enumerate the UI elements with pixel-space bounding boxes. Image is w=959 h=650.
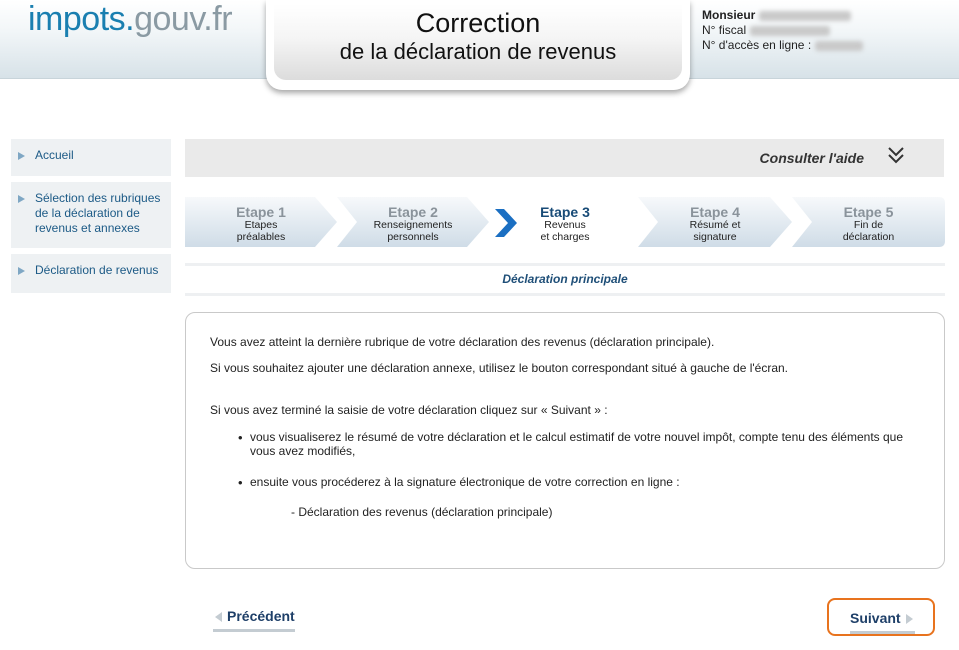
arrow-left-icon — [215, 612, 222, 622]
page-title: Correction — [415, 8, 541, 38]
previous-button[interactable]: Précédent — [213, 608, 295, 632]
step-1: Etape 1 Etapes préalables — [185, 197, 337, 247]
bullet-icon: • — [238, 475, 243, 490]
arrow-right-icon — [905, 614, 913, 624]
arrow-right-icon — [18, 195, 25, 203]
step-label: Fin de — [853, 219, 884, 231]
logo-text-impots: impots. — [28, 0, 135, 38]
help-bar: Consulter l'aide — [185, 139, 944, 177]
arrow-right-icon — [18, 152, 25, 160]
sub-list-item: - Déclaration des revenus (déclaration p… — [291, 505, 553, 519]
sidebar-item-selection-rubriques[interactable]: Sélection des rubriques de la déclaratio… — [11, 182, 171, 248]
list-item-text: ensuite vous procéderez à la signature é… — [250, 475, 680, 489]
step-number: Etape 3 — [540, 204, 590, 220]
step-3: Etape 3 Revenus et charges — [489, 197, 641, 247]
step-label: Revenus — [544, 219, 586, 231]
next-button[interactable]: Suivant — [850, 610, 915, 634]
info-text: Si vous avez terminé la saisie de votre … — [210, 403, 608, 417]
step-label: déclaration — [842, 231, 895, 243]
sidebar-item-label: Accueil — [35, 148, 74, 162]
step-label: personnels — [387, 231, 439, 243]
step-5: Etape 5 Fin de déclaration — [792, 197, 945, 247]
step-label: Etapes — [244, 219, 278, 231]
step-label: Résumé et — [689, 219, 741, 231]
page-title-card: Correction de la déclaration de revenus — [266, 0, 690, 90]
logo-text-gouv: gouv.fr — [134, 0, 233, 38]
next-button-highlight: Suivant — [827, 598, 935, 636]
previous-button-label: Précédent — [227, 608, 295, 624]
sidebar-item-declaration-revenus[interactable]: Déclaration de revenus — [11, 254, 171, 293]
content-box: Vous avez atteint la dernière rubrique d… — [185, 312, 945, 569]
sidebar-item-label: Déclaration de revenus — [35, 263, 159, 277]
step-number: Etape 5 — [843, 204, 894, 220]
double-chevron-down-icon[interactable] — [886, 145, 906, 167]
info-text: Vous avez atteint la dernière rubrique d… — [210, 335, 715, 349]
step-2: Etape 2 Renseignements personnels — [337, 197, 489, 247]
page-title-inner: Correction de la déclaration de revenus — [274, 4, 682, 80]
step-number: Etape 1 — [236, 204, 286, 220]
user-info: Monsieur N° fiscal N° d'accès en ligne : — [702, 8, 864, 53]
redacted-access-number — [815, 40, 864, 51]
sidebar-item-accueil[interactable]: Accueil — [11, 139, 171, 176]
step-label: et charges — [540, 231, 590, 243]
step-label: Renseignements — [373, 219, 453, 231]
fiscal-number-label: N° fiscal — [702, 23, 747, 37]
redacted-name — [759, 10, 852, 21]
user-name-label: Monsieur — [702, 8, 756, 22]
sidebar-item-label: Sélection des rubriques de la déclaratio… — [35, 191, 161, 235]
step-number: Etape 2 — [388, 204, 438, 220]
list-item: • ensuite vous procéderez à la signature… — [238, 475, 680, 490]
arrow-right-icon — [18, 267, 25, 275]
info-text: Si vous souhaitez ajouter une déclaratio… — [210, 361, 789, 375]
access-number-label: N° d'accès en ligne : — [702, 38, 812, 52]
page-subtitle: de la déclaration de revenus — [339, 39, 617, 64]
list-item-text: vous visualiserez le résumé de votre déc… — [250, 430, 904, 458]
redacted-fiscal-number — [750, 25, 831, 36]
progress-steps: Etape 1 Etapes préalables Etape 2 Rensei… — [185, 197, 945, 247]
next-button-label: Suivant — [850, 610, 901, 626]
step-label: signature — [693, 231, 737, 243]
section-title: Déclaration principale — [185, 263, 945, 296]
list-item: • vous visualiserez le résumé de votre d… — [238, 430, 928, 458]
help-link[interactable]: Consulter l'aide — [760, 150, 864, 166]
step-4: Etape 4 Résumé et signature — [638, 197, 792, 247]
sidebar: Accueil Sélection des rubriques de la dé… — [11, 139, 171, 299]
step-number: Etape 4 — [690, 204, 740, 220]
step-label: préalables — [236, 231, 286, 243]
bullet-icon: • — [238, 430, 243, 445]
site-logo[interactable]: impots.gouv.fr — [28, 0, 233, 39]
